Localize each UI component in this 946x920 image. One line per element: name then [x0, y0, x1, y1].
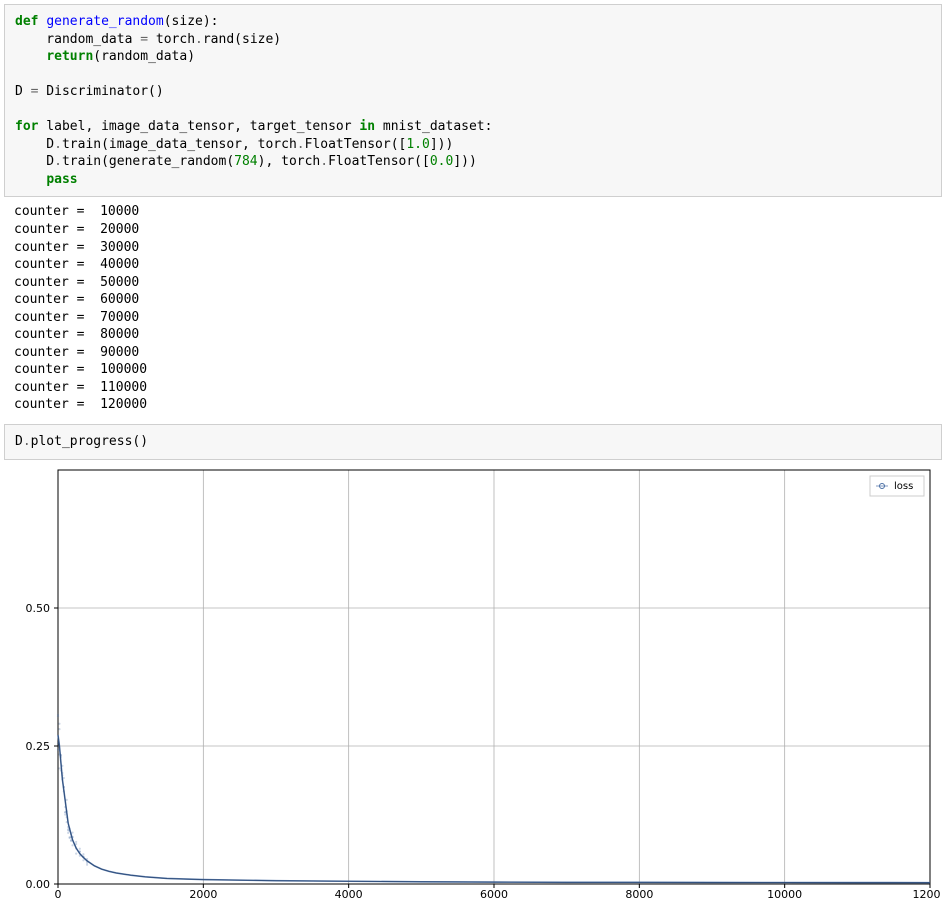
chart-output: 0 2000 4000 6000 8000 10000 12000 0.00 0.25 0.50 l…	[4, 460, 942, 904]
svg-text:4000: 4000	[335, 888, 363, 901]
svg-text:6000: 6000	[480, 888, 508, 901]
loss-chart: 0 2000 4000 6000 8000 10000 12000 0.00 0.25 0.50 l…	[10, 464, 940, 904]
svg-text:loss: loss	[894, 481, 913, 492]
code-cell-2[interactable]: D.plot_progress()	[4, 424, 942, 460]
output-cell-1: counter = 10000 counter = 20000 counter …	[4, 197, 942, 418]
svg-text:2000: 2000	[189, 888, 217, 901]
code-cell-1[interactable]: def generate_random(size): random_data =…	[4, 4, 942, 197]
svg-text:10000: 10000	[767, 888, 802, 901]
svg-text:12000: 12000	[913, 888, 941, 901]
svg-text:8000: 8000	[625, 888, 653, 901]
svg-text:0: 0	[55, 888, 62, 901]
svg-text:0.25: 0.25	[26, 740, 51, 753]
svg-text:0.00: 0.00	[26, 878, 51, 891]
svg-text:0.50: 0.50	[26, 602, 51, 615]
